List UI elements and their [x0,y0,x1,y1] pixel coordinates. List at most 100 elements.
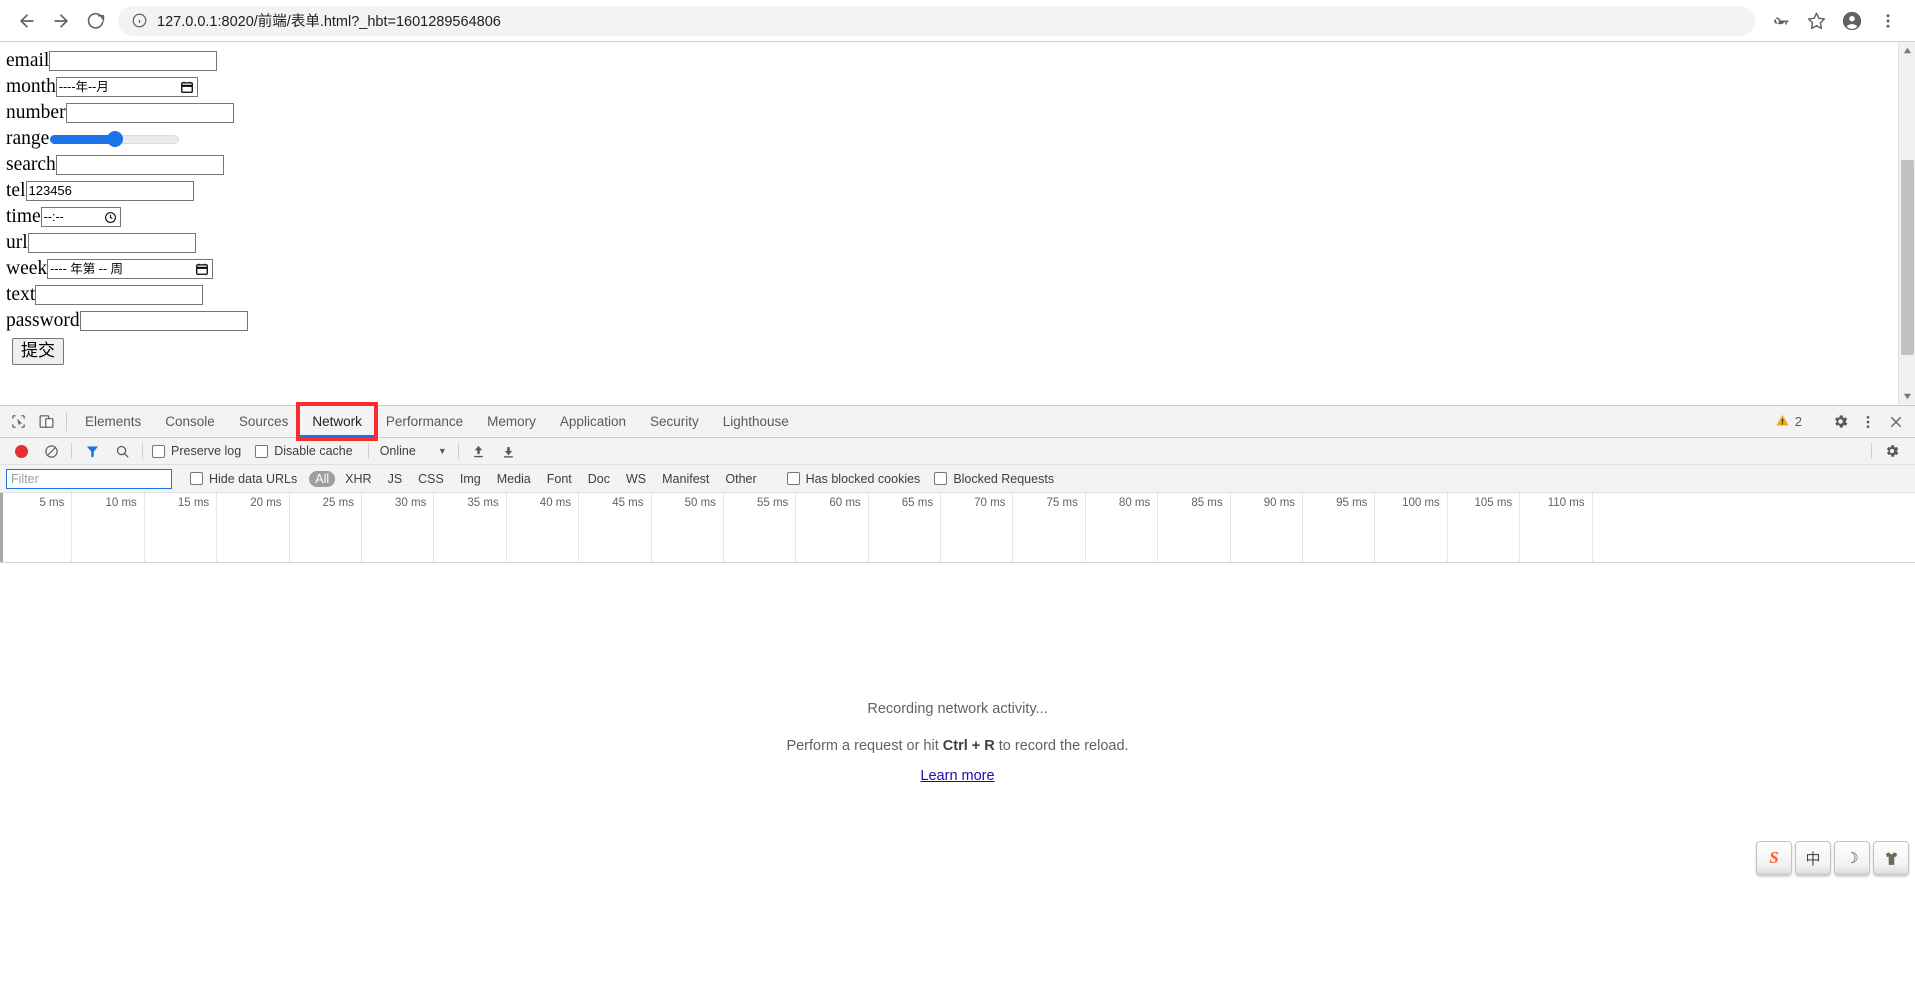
reload-button[interactable] [78,4,112,38]
preserve-log-checkbox[interactable]: Preserve log [152,444,241,458]
form-row-number: number [6,100,1915,126]
key-icon[interactable] [1763,4,1797,38]
has-blocked-cookies-checkbox[interactable]: Has blocked cookies [786,472,920,486]
tab-lighthouse[interactable]: Lighthouse [711,406,801,437]
forward-button[interactable] [44,4,78,38]
timeline-tick: 70 ms [941,493,1014,562]
search-icon[interactable] [107,444,137,459]
filter-type-all[interactable]: All [309,470,336,487]
filter-type-other[interactable]: Other [719,471,762,487]
bookmark-star-icon[interactable] [1799,4,1833,38]
filter-type-js[interactable]: JS [382,471,409,487]
month-input[interactable]: ----年--月 [55,77,198,97]
page-scrollbar[interactable] [1898,42,1915,405]
moon-icon[interactable]: ☽ [1834,841,1870,875]
timeline-tick: 95 ms [1303,493,1376,562]
tab-performance[interactable]: Performance [374,406,475,437]
recording-status-text: Recording network activity... [867,701,1048,717]
tab-sources[interactable]: Sources [227,406,301,437]
clock-icon[interactable] [104,211,118,224]
timeline-tick: 85 ms [1158,493,1231,562]
profile-icon[interactable] [1835,4,1869,38]
checkbox-box [786,472,800,485]
inspect-element-icon[interactable] [4,406,32,437]
throttle-dropdown[interactable]: Online ▼ [374,444,453,458]
import-har-icon[interactable] [464,444,494,459]
filter-type-media[interactable]: Media [491,471,537,487]
record-button[interactable] [6,444,36,458]
tab-security[interactable]: Security [638,406,711,437]
number-input[interactable] [65,103,234,123]
submit-button[interactable]: 提交 [12,338,64,365]
scrollbar-thumb[interactable] [1901,160,1914,355]
site-info-icon[interactable] [132,13,147,28]
range-thumb[interactable] [106,131,123,147]
search-input[interactable] [55,155,224,175]
timeline-tick: 60 ms [796,493,869,562]
disable-cache-checkbox[interactable]: Disable cache [255,444,353,458]
hide-data-urls-label: Hide data URLs [209,471,298,486]
calendar-icon[interactable] [195,262,210,276]
timeline-tick: 40 ms [507,493,580,562]
address-bar[interactable]: 127.0.0.1:8020/前端/表单.html?_hbt=160128956… [118,5,1755,36]
filter-type-font[interactable]: Font [541,471,578,487]
week-input[interactable]: ---- 年第 -- 周 [47,259,214,279]
blocked-requests-checkbox[interactable]: Blocked Requests [934,472,1054,486]
sogou-logo-icon[interactable]: S [1756,841,1792,875]
timeline-tick: 100 ms [1375,493,1448,562]
label-month: month [6,76,56,97]
network-timeline-ruler[interactable]: 5 ms 10 ms 15 ms 20 ms 25 ms 30 ms 35 ms… [0,493,1915,563]
close-devtools-icon[interactable] [1883,409,1909,435]
tel-input-value: 123456 [28,183,72,198]
device-toolbar-icon[interactable] [32,406,60,437]
tab-application[interactable]: Application [548,406,638,437]
timeline-tick: 80 ms [1086,493,1159,562]
calendar-icon[interactable] [180,80,195,94]
filter-type-doc[interactable]: Doc [582,471,616,487]
skin-icon[interactable] [1873,841,1909,875]
tab-network[interactable]: Network [300,406,374,437]
url-input[interactable] [27,233,196,253]
password-input[interactable] [79,311,248,331]
email-input[interactable] [49,51,218,71]
throttle-value: Online [379,444,416,458]
hint-prefix: Perform a request or hit [786,738,943,754]
more-options-icon[interactable] [1855,409,1881,435]
clear-button-icon[interactable] [36,444,66,459]
chinese-mode-icon[interactable]: 中 [1795,841,1831,875]
export-har-icon[interactable] [494,444,524,459]
learn-more-link[interactable]: Learn more [920,768,994,784]
warning-count: 2 [1794,414,1802,429]
filter-type-manifest[interactable]: Manifest [656,471,715,487]
tab-memory[interactable]: Memory [475,406,548,437]
timeline-tick: 50 ms [652,493,724,562]
browser-menu-icon[interactable] [1871,4,1905,38]
filter-input[interactable]: Filter [6,468,172,489]
scroll-down-arrow-icon[interactable] [1899,388,1915,405]
warning-icon [1775,413,1790,431]
filter-type-xhr[interactable]: XHR [339,471,377,487]
checkbox-box [934,472,948,485]
tab-console[interactable]: Console [153,406,227,437]
tel-input[interactable]: 123456 [25,181,194,201]
divider [457,443,459,459]
filter-type-css[interactable]: CSS [412,471,450,487]
hide-data-urls-checkbox[interactable]: Hide data URLs [190,472,297,486]
warning-badge[interactable]: 2 [1767,413,1810,431]
tab-elements[interactable]: Elements [73,406,153,437]
network-settings-gear-icon[interactable] [1877,443,1907,459]
filter-type-ws[interactable]: WS [620,471,652,487]
ime-floating-toolbar: S 中 ☽ [1756,841,1909,875]
filter-funnel-icon[interactable] [77,444,107,459]
time-input[interactable]: --:-- [40,207,121,227]
filter-type-img[interactable]: Img [454,471,487,487]
form-row-week: week ---- 年第 -- 周 [6,256,1915,282]
settings-gear-icon[interactable] [1827,409,1853,435]
scroll-up-arrow-icon[interactable] [1899,42,1915,59]
back-button[interactable] [10,4,44,38]
text-input[interactable] [35,285,204,305]
timeline-tick: 10 ms [72,493,145,562]
checkbox-box [255,444,269,458]
range-input[interactable] [50,129,180,149]
timeline-tick: 15 ms [145,493,218,562]
